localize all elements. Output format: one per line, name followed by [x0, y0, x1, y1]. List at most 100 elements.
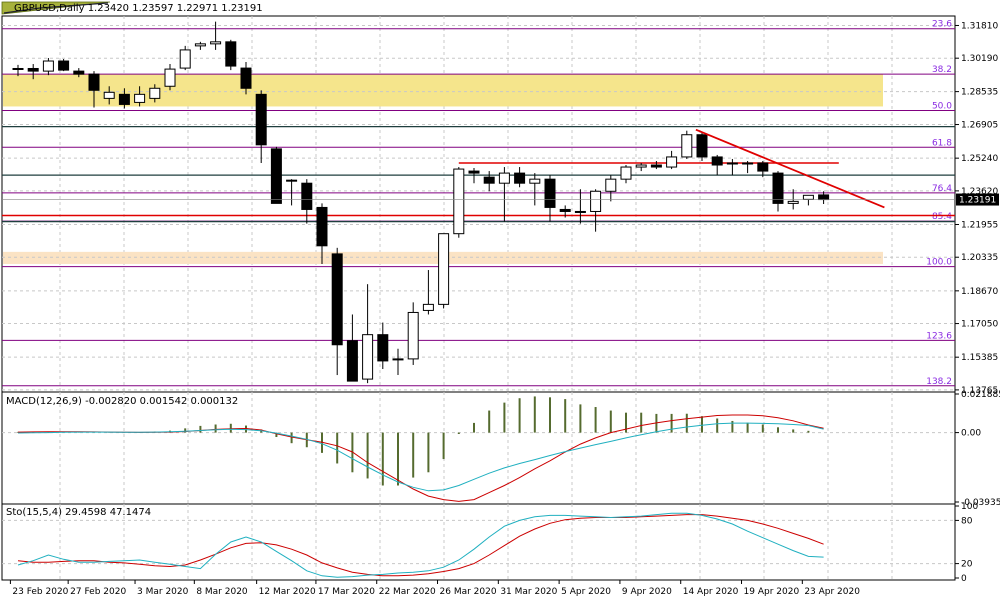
date-axis-label: 12 Mar 2020	[259, 587, 316, 597]
candle-bearish	[331, 253, 343, 346]
candle-bullish	[149, 87, 161, 99]
fib-level-label: 123.6	[926, 331, 952, 341]
candle-bearish	[73, 70, 85, 75]
candle-bearish	[118, 93, 130, 105]
stoch-axis-label: 80	[961, 516, 973, 526]
price-axis-label: 1.30190	[961, 54, 998, 64]
candle-bullish	[453, 168, 465, 235]
candle-bearish	[346, 340, 358, 382]
chart-header: GBPUSD,Daily 1.23420 1.23597 1.22971 1.2…	[14, 3, 263, 15]
date-axis-label: 3 Mar 2020	[137, 587, 189, 597]
date-axis-label: 23 Feb 2020	[12, 587, 68, 597]
ohlc-values: 1.23420 1.23597 1.22971 1.23191	[87, 3, 263, 14]
fib-level-label: 50.0	[932, 101, 952, 111]
candle-bullish	[590, 190, 602, 212]
date-axis-label: 19 Apr 2020	[744, 587, 800, 597]
candle-bearish	[757, 162, 769, 172]
price-axis-label: 1.28535	[961, 88, 998, 98]
candle-bearish	[88, 73, 100, 91]
candle-bearish	[696, 134, 708, 158]
stoch-axis-label: 20	[961, 560, 973, 570]
chart-window: 1.31810 1.30190 1.28535 1.26905 1.25240 1.236…	[0, 0, 1000, 600]
fib-level-label: 38.2	[932, 65, 952, 75]
stoch-axis-label: 100	[961, 502, 978, 512]
candle-bullish	[742, 162, 754, 165]
candle-bearish	[544, 178, 556, 208]
date-axis-label: 8 Mar 2020	[196, 587, 248, 597]
date-axis-label: 26 Mar 2020	[440, 587, 497, 597]
candle-bullish	[574, 210, 586, 213]
candle-bullish	[605, 178, 617, 192]
candle-bullish	[103, 91, 115, 99]
date-axis-label: 23 Apr 2020	[804, 587, 860, 597]
date-axis-label: 14 Apr 2020	[683, 587, 739, 597]
macd-pane-frame	[1, 391, 956, 505]
candle-bullish	[42, 60, 54, 72]
candle-bullish	[179, 49, 191, 69]
fib-level-label: 23.6	[932, 20, 952, 30]
stoch-label: Sto(15,5,4) 29.4598 47.1474	[6, 507, 152, 518]
candle-bullish	[498, 172, 510, 184]
candle-bullish	[438, 233, 450, 305]
candle-bearish	[377, 334, 389, 362]
candle-bearish	[818, 194, 830, 201]
candle-bullish	[210, 41, 222, 45]
candle-bullish	[726, 162, 738, 165]
candle-bullish	[362, 334, 374, 380]
candle-bearish	[301, 182, 313, 210]
price-axis-label: 1.15385	[961, 353, 998, 363]
fib-level-label: 85.4	[932, 212, 952, 222]
candle-bearish	[316, 206, 328, 247]
price-axis-label: 1.31810	[961, 21, 998, 31]
candle-bullish	[164, 68, 176, 87]
price-axis-label: 1.25240	[961, 154, 998, 164]
price-axis-label: 1.21955	[961, 220, 998, 230]
fib-level-label: 138.2	[926, 377, 952, 387]
candle-bearish	[468, 170, 480, 174]
candle-bearish	[225, 41, 237, 67]
candle-bearish	[255, 93, 267, 146]
candle-bullish	[802, 194, 814, 200]
date-axis-label: 17 Mar 2020	[318, 587, 375, 597]
date-axis-label: 9 Apr 2020	[622, 587, 672, 597]
candle-bullish	[620, 166, 632, 180]
candle-bullish	[681, 134, 693, 158]
fib-level-label: 61.8	[932, 138, 952, 148]
price-axis-label: 1.17050	[961, 320, 998, 330]
price-axis-label: 1.26905	[961, 121, 998, 131]
candle-bullish	[407, 311, 419, 360]
candle-bullish	[666, 156, 678, 168]
fib-level-label: 100.0	[926, 258, 952, 268]
candle-bearish	[650, 164, 662, 168]
candle-bearish	[12, 67, 24, 70]
candle-bullish	[787, 200, 799, 204]
fib-level-label: 76.4	[932, 184, 952, 194]
candle-bullish	[422, 303, 434, 311]
candle-bearish	[772, 172, 784, 204]
candle-bearish	[483, 176, 495, 184]
candle-bearish	[270, 148, 282, 204]
date-axis-label: 5 Apr 2020	[561, 587, 611, 597]
candle-bearish	[286, 179, 298, 182]
price-pane-frame	[1, 15, 956, 393]
macd-label: MACD(12,26,9) -0.002820 0.001542 0.00013…	[6, 396, 239, 407]
candle-bullish	[392, 358, 404, 361]
symbol-timeframe: GBPUSD,Daily	[14, 3, 85, 14]
date-axis-label: 27 Feb 2020	[70, 587, 126, 597]
stoch-axis-label: 0	[961, 574, 967, 584]
price-axis-label: 1.20335	[961, 253, 998, 263]
candle-bullish	[635, 164, 647, 168]
macd-axis-label: 0.021885	[961, 390, 1000, 400]
candle-bearish	[27, 67, 39, 72]
candle-bullish	[134, 93, 146, 103]
candle-bearish	[58, 60, 70, 71]
price-axis-label: 1.18670	[961, 287, 998, 297]
macd-axis-label: 0.00	[961, 429, 981, 439]
date-axis-label: 22 Mar 2020	[379, 587, 436, 597]
candle-bearish	[240, 67, 252, 89]
candle-bearish	[514, 172, 526, 184]
candle-bullish	[194, 43, 206, 47]
current-price-label: 1.23191	[959, 196, 996, 206]
candle-bullish	[529, 178, 541, 184]
candle-bearish	[559, 208, 571, 212]
